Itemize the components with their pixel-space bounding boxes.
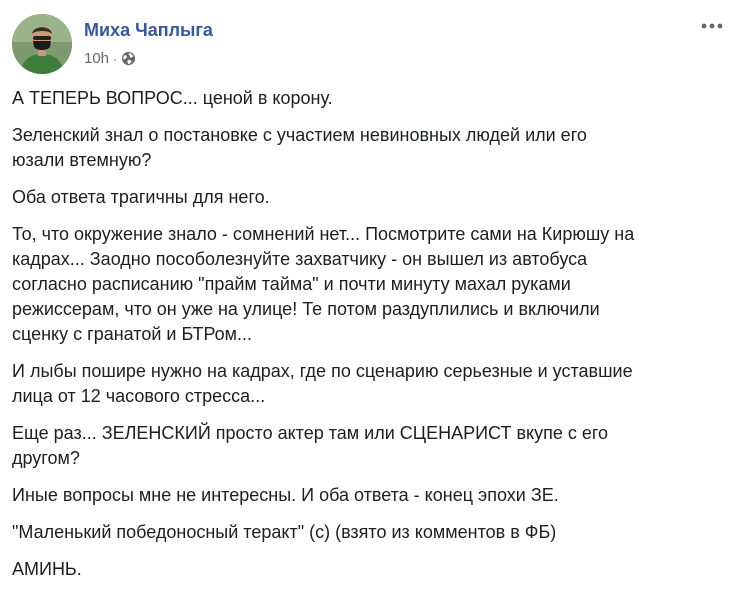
post-paragraph: Еще раз... ЗЕЛЕНСКИЙ просто актер там ил…: [12, 423, 609, 468]
post-paragraph: "Маленький победоносный теракт" (с) (взя…: [12, 522, 557, 542]
post-text: А ТЕПЕРЬ ВОПРОС... ценой в корону. Зелен…: [12, 86, 727, 594]
post-header: Миха Чаплыга 10h ·: [12, 12, 728, 76]
post-paragraph: А ТЕПЕРЬ ВОПРОС... ценой в корону.: [12, 88, 333, 108]
post-meta: 10h ·: [84, 50, 136, 67]
facebook-post: Миха Чаплыга 10h · А ТЕПЕРЬ ВОПРОС... це: [0, 0, 740, 609]
post-paragraph: Зеленский знал о постановке с участием н…: [12, 125, 587, 170]
post-paragraph: Иные вопросы мне не интересны. И оба отв…: [12, 485, 559, 505]
more-options-icon[interactable]: [698, 16, 726, 36]
author-name[interactable]: Миха Чаплыга: [84, 20, 213, 41]
post-timestamp[interactable]: 10h: [84, 50, 109, 67]
meta-separator: ·: [113, 51, 118, 66]
post-paragraph: И лыбы пошире нужно на кадрах, где по сц…: [12, 361, 633, 406]
globe-icon[interactable]: [121, 51, 136, 66]
avatar[interactable]: [12, 14, 72, 74]
post-paragraph: То, что окружение знало - сомнений нет..…: [12, 224, 635, 344]
post-paragraph: АМИНЬ.: [12, 559, 82, 579]
avatar-photo: [12, 14, 72, 74]
post-paragraph: Оба ответа трагичны для него.: [12, 187, 270, 207]
